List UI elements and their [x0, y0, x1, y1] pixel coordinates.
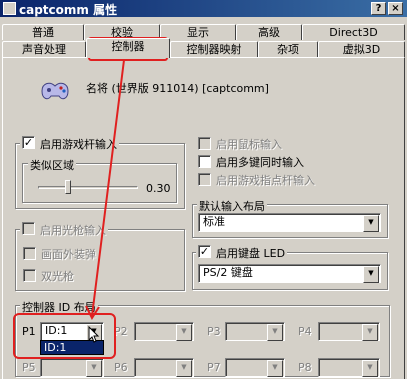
tab-controller[interactable]: 控制器	[86, 38, 170, 58]
annotation-arrow	[85, 59, 125, 321]
